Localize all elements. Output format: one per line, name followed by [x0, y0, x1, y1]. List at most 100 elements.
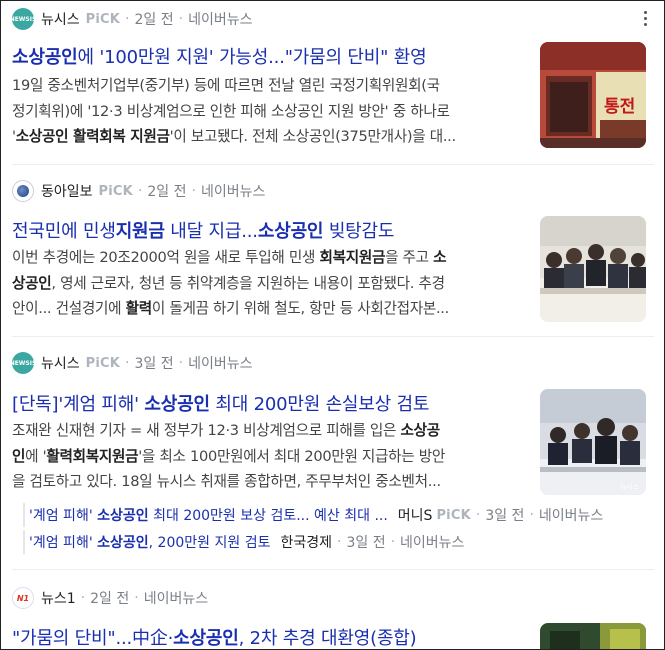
divider — [12, 569, 654, 570]
article-thumbnail[interactable]: 통전 — [540, 42, 646, 148]
title-highlight: 지원금 — [115, 221, 165, 242]
separator-dot: · — [134, 590, 139, 606]
desc-line: 정기획위)에 '12·3 비상계엄으로 인한 피해 소상공인 지원 방안' 중 … — [12, 99, 528, 125]
pick-badge: PiCK — [436, 507, 471, 523]
naver-news-link[interactable]: 네이버뉴스 — [539, 505, 603, 525]
article-time: 3일 전 — [134, 356, 174, 372]
press-name[interactable]: 뉴시스 — [41, 353, 80, 373]
title-text: 최대 200만원 손실보상 검토 — [209, 394, 430, 415]
more-options-icon[interactable] — [644, 11, 648, 29]
title-text: 최대 200만원 보상 검토... 예산 최대 ... — [148, 508, 388, 524]
separator-dot: · — [191, 183, 196, 199]
naver-news-link[interactable]: 네이버뉴스 — [188, 353, 252, 373]
title-text: '계엄 피해' — [29, 508, 98, 524]
press-name[interactable]: 뉴시스 — [41, 9, 80, 29]
naver-news-link[interactable]: 네이버뉴스 — [188, 9, 252, 29]
title-highlight: 소상공인 — [144, 394, 210, 415]
article-time: 2일 전 — [90, 591, 130, 607]
news-item: N1 뉴스1 · 2일 전 · 네이버뉴스 "가뭄의 단비"...中企·소상공인… — [1, 571, 664, 649]
desc-highlight: 소 — [433, 249, 447, 266]
title-text: [단독]'계엄 피해' — [12, 394, 145, 415]
article-thumbnail[interactable] — [540, 623, 646, 649]
article-title[interactable]: "가뭄의 단비"...中企·소상공인, 2차 추경 대환영(종합) — [12, 624, 417, 649]
desc-line: 19일 중소벤처기업부(중기부) 등에 따르면 전날 열린 국정기획위원회(국 — [12, 73, 528, 99]
article-title[interactable]: 전국민에 민생지원금 내달 지급...소상공인 빚탕감도 — [12, 217, 394, 243]
separator-dot: · — [390, 534, 396, 550]
article-description[interactable]: 이번 추경에는 20조2000억 원을 새로 투입해 민생 회복지원금을 주고 … — [12, 245, 528, 322]
article-time: 2일 전 — [147, 184, 187, 200]
pick-badge: PiCK — [85, 355, 121, 371]
desc-text: 19일 중소벤처기업부(중기부) 등에 따르면 전날 열린 국정기획위원회(국 — [12, 77, 440, 94]
donga-logo[interactable] — [12, 180, 34, 202]
title-highlight: 소상공인 — [12, 47, 78, 68]
desc-line: 조재완 신재현 기자 = 새 정부가 12·3 비상계엄으로 피해를 입은 소상… — [12, 418, 528, 444]
desc-text: 조재완 신재현 기자 = 새 정부가 12·3 비상계엄으로 피해를 입은 — [12, 422, 401, 439]
desc-text: 을 주고 — [385, 249, 434, 266]
news-source-row: N1 뉴스1 · 2일 전 · 네이버뉴스 — [12, 586, 208, 610]
related-press[interactable]: 머니S — [398, 505, 433, 525]
related-title[interactable]: '계엄 피해' 소상공인, 200만원 지원 검토 — [29, 532, 270, 552]
title-text: 전국민에 민생 — [12, 221, 116, 242]
separator-dot: · — [178, 11, 184, 27]
desc-highlight: 상공인 — [12, 274, 52, 292]
desc-line: '소상공인 활력회복 지원금'이 보고됐다. 전체 소상공인(375만개사)을 … — [12, 124, 528, 150]
news-source-row: NEWSIS 뉴시스 PiCK · 3일 전 · 네이버뉴스 — [10, 351, 252, 375]
separator-dot: · — [475, 507, 481, 523]
news1-logo[interactable]: N1 — [12, 587, 34, 609]
desc-highlight: 활력회복지원금 — [46, 447, 139, 465]
news-item: NEWSIS 뉴시스 PiCK · 2일 전 · 네이버뉴스 소상공인에 '10… — [1, 1, 664, 166]
newsis-logo[interactable]: NEWSIS — [10, 8, 36, 30]
naver-news-link[interactable]: 네이버뉴스 — [201, 181, 265, 201]
news-search-results: NEWSIS 뉴시스 PiCK · 2일 전 · 네이버뉴스 소상공인에 '10… — [0, 0, 665, 650]
naver-news-link[interactable]: 네이버뉴스 — [144, 588, 208, 608]
news-source-row: NEWSIS 뉴시스 PiCK · 2일 전 · 네이버뉴스 — [10, 7, 252, 31]
separator-dot: · — [529, 507, 534, 523]
press-name[interactable]: 동아일보 — [41, 181, 93, 201]
desc-line: 인에 '활력회복지원금'을 최소 100만원에서 최대 200만원 지급하는 방… — [12, 444, 528, 470]
article-title[interactable]: 소상공인에 '100만원 지원' 가능성..."가뭄의 단비" 환영 — [12, 43, 427, 69]
article-description[interactable]: 19일 중소벤처기업부(중기부) 등에 따르면 전날 열린 국정기획위원회(국 … — [12, 73, 528, 150]
desc-line: 을 검토하고 있다. 18일 뉴시스 취재를 종합하면, 주무부처인 중소벤처.… — [12, 469, 528, 495]
desc-text: 에 ' — [25, 447, 47, 465]
article-title[interactable]: [단독]'계엄 피해' 소상공인 최대 200만원 손실보상 검토 — [12, 390, 429, 416]
desc-text: 을 검토하고 있다. 18일 뉴시스 취재를 종합하면, 주무부처인 중소벤처.… — [12, 473, 441, 490]
separator-dot: · — [337, 534, 342, 550]
article-time: 3일 전 — [346, 535, 386, 551]
article-thumbnail[interactable]: 뉴시스 — [540, 389, 646, 495]
desc-highlight: 회복지원금 — [319, 249, 386, 266]
desc-line: 이번 추경에는 20조2000억 원을 새로 투입해 민생 회복지원금을 주고 … — [12, 245, 528, 271]
related-press[interactable]: 한국경제 — [280, 532, 332, 552]
article-time: 3일 전 — [485, 508, 525, 524]
meeting-photo — [540, 216, 646, 322]
separator-dot: · — [125, 11, 130, 27]
separator-dot: · — [125, 355, 130, 371]
title-text: "가뭄의 단비"...中企· — [12, 628, 174, 649]
separator-dot: · — [178, 355, 184, 371]
newsis-logo[interactable]: NEWSIS — [10, 352, 36, 374]
desc-highlight: 인 — [12, 447, 26, 465]
desc-line: 상공인, 영세 근로자, 청년 등 취약계층을 지원하는 내용이 포함됐다. 추… — [12, 271, 528, 297]
title-text: , 2차 추경 대환영(종합) — [238, 628, 417, 649]
pick-badge: PiCK — [98, 183, 133, 199]
title-text: , 200만원 지원 검토 — [148, 535, 271, 551]
title-text: 에 '100만원 지원' 가능성..."가뭄의 단비" 환영 — [77, 47, 427, 68]
news-source-row: 동아일보 PiCK · 2일 전 · 네이버뉴스 — [12, 179, 265, 203]
article-description[interactable]: 조재완 신재현 기자 = 새 정부가 12·3 비상계엄으로 피해를 입은 소상… — [12, 418, 528, 495]
desc-text: 이번 추경에는 20조2000억 원을 새로 투입해 민생 — [12, 249, 320, 266]
news-item: NEWSIS 뉴시스 PiCK · 3일 전 · 네이버뉴스 [단독]'계엄 피… — [1, 338, 664, 568]
related-title[interactable]: '계엄 피해' 소상공인 최대 200만원 보상 검토... 예산 최대 ... — [29, 505, 388, 525]
related-article[interactable]: '계엄 피해' 소상공인, 200만원 지원 검토 한국경제 · 3일 전 · … — [23, 530, 464, 554]
related-article[interactable]: '계엄 피해' 소상공인 최대 200만원 보상 검토... 예산 최대 ...… — [23, 503, 603, 527]
storefront-image: 통전 — [540, 42, 646, 148]
naver-news-link[interactable]: 네이버뉴스 — [400, 532, 464, 552]
news-item: 동아일보 PiCK · 2일 전 · 네이버뉴스 전국민에 민생지원금 내달 지… — [1, 166, 664, 336]
article-thumbnail[interactable] — [540, 216, 646, 322]
title-highlight: 소상공인 — [173, 628, 239, 649]
divider — [12, 336, 654, 337]
title-text: '계엄 피해' — [29, 535, 98, 551]
separator-dot: · — [137, 183, 143, 199]
divider — [12, 164, 654, 165]
press-name[interactable]: 뉴스1 — [41, 588, 76, 608]
title-highlight: 소상공인 — [97, 535, 149, 551]
title-text: 내달 지급... — [164, 221, 258, 242]
